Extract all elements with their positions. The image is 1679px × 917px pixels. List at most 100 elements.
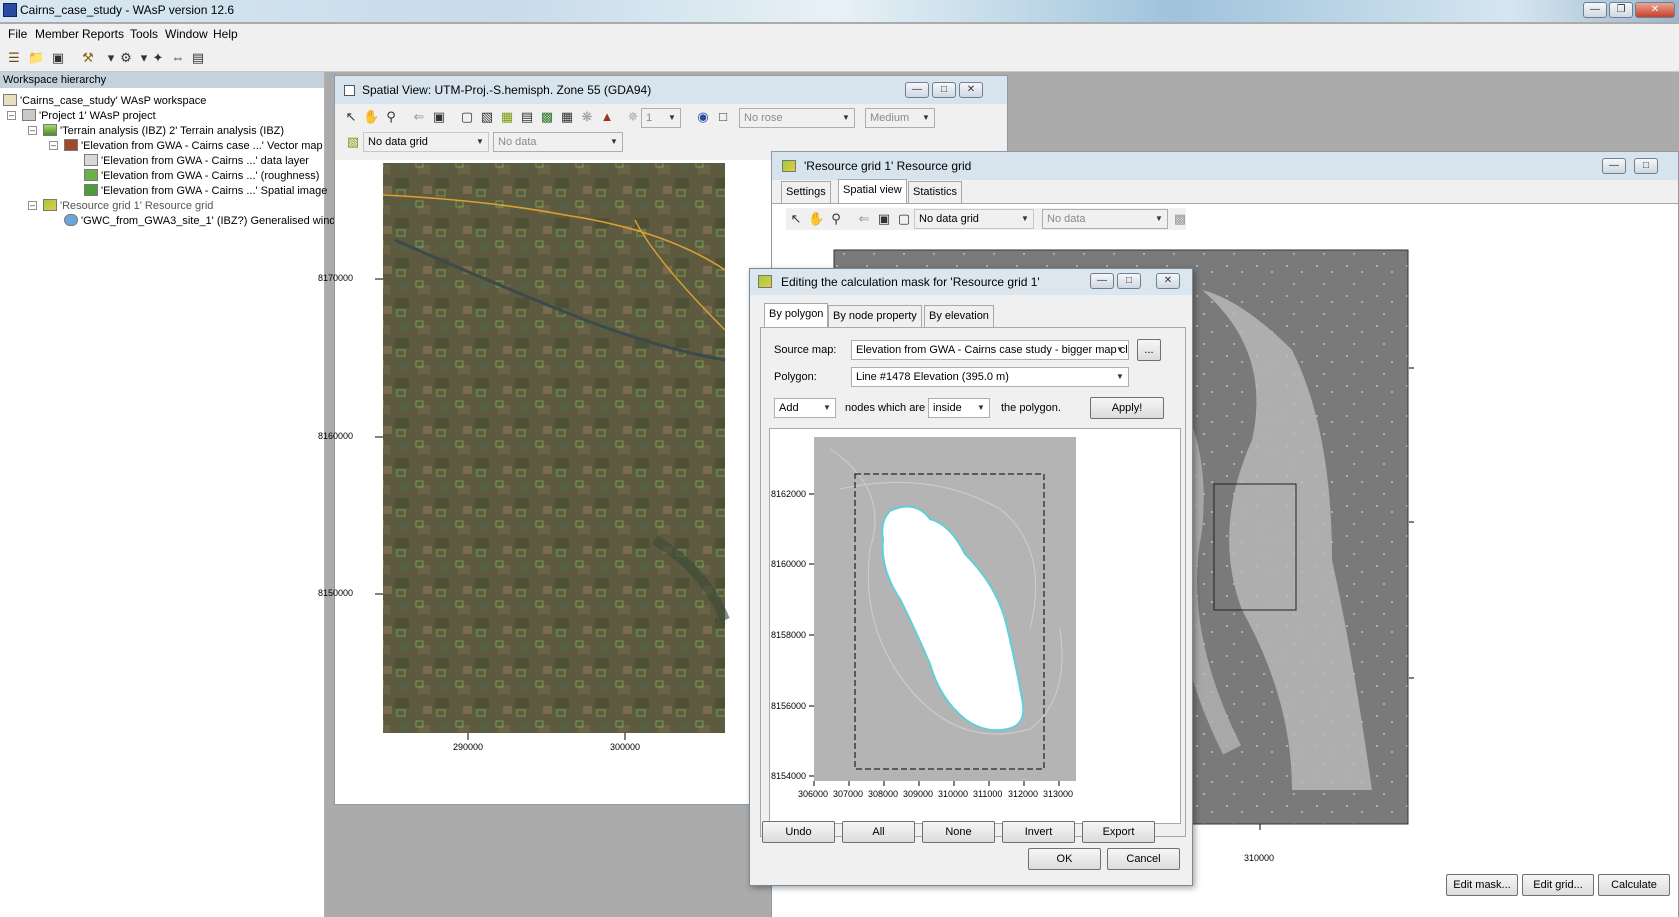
data-combo[interactable]: No data ▼ <box>493 132 623 152</box>
zoom-icon[interactable]: ⚲ <box>383 109 399 125</box>
dialog-maximize[interactable]: □ <box>1117 273 1141 289</box>
draw-icon[interactable]: ▦ <box>499 109 515 125</box>
expand-toggle[interactable]: – <box>28 201 37 210</box>
zoom-icon[interactable]: ⚲ <box>828 211 844 227</box>
grid-combo[interactable]: No data grid ▼ <box>363 132 489 152</box>
menu-tools[interactable]: Tools <box>130 27 158 41</box>
invert-button[interactable]: Invert <box>1002 821 1075 843</box>
resource-grid-minimize[interactable]: — <box>1602 158 1626 174</box>
calculate-icon[interactable]: ⇔ <box>170 50 186 66</box>
restore-button[interactable]: ❐ <box>1609 2 1633 18</box>
menu-member[interactable]: Member <box>35 27 79 41</box>
menu-help[interactable]: Help <box>213 27 238 41</box>
menu-file[interactable]: File <box>8 27 27 41</box>
tree-item-generalised-wind[interactable]: 'GWC_from_GWA3_site_1' (IBZ?) Generalise… <box>64 213 335 229</box>
count-combo[interactable]: 1 ▼ <box>641 108 681 128</box>
tab-statistics[interactable]: Statistics <box>908 181 963 203</box>
export-button[interactable]: Export <box>1082 821 1155 843</box>
tab-settings[interactable]: Settings <box>781 181 831 203</box>
globe-icon[interactable]: ◉ <box>695 109 711 125</box>
tab-by-polygon[interactable]: By polygon <box>764 303 829 327</box>
tree-label: 'Elevation from GWA - Cairns ...' Spatia… <box>101 185 328 197</box>
tree-item-resource-grid[interactable]: 'Resource grid 1' Resource grid <box>43 198 213 214</box>
frame-icon[interactable]: □ <box>715 109 731 125</box>
browse-button[interactable]: ... <box>1137 339 1161 361</box>
contour-icon[interactable]: ▤ <box>519 109 535 125</box>
tree-item-project[interactable]: 'Project 1' WAsP project <box>22 108 156 124</box>
polygon-combo[interactable]: Line #1478 Elevation (395.0 m) ▼ <box>851 367 1129 387</box>
tab-by-node-property[interactable]: By node property <box>828 305 922 327</box>
tab-spatial-view[interactable]: Spatial view <box>838 179 907 203</box>
inside-combo[interactable]: inside ▼ <box>928 398 990 418</box>
tree-item-vector-map[interactable]: 'Elevation from GWA - Cairns case ...' V… <box>64 138 323 154</box>
legend-icon[interactable]: ▩ <box>1172 211 1188 227</box>
mode-combo[interactable]: Add ▼ <box>774 398 836 418</box>
expand-toggle[interactable]: – <box>7 111 16 120</box>
turbine-icon[interactable]: ❋ <box>579 109 595 125</box>
tree-item-workspace[interactable]: 'Cairns_case_study' WAsP workspace <box>3 93 206 109</box>
size-combo[interactable]: Medium ▼ <box>865 108 935 128</box>
tree-label: 'Elevation from GWA - Cairns case ...' V… <box>81 140 323 152</box>
save-icon[interactable]: ▣ <box>50 50 66 66</box>
all-button[interactable]: All <box>842 821 915 843</box>
apply-button[interactable]: Apply! <box>1090 397 1164 419</box>
insert-member-icon[interactable]: ⚒ <box>80 50 96 66</box>
none-button[interactable]: None <box>922 821 995 843</box>
zoom-extent-icon[interactable]: ▣ <box>876 211 892 227</box>
wand-icon[interactable]: ✦ <box>150 50 166 66</box>
tab-by-elevation[interactable]: By elevation <box>924 305 994 327</box>
ok-button[interactable]: OK <box>1028 848 1101 870</box>
wind-rose-icon[interactable]: ✵ <box>625 109 641 125</box>
menu-reports[interactable]: Reports <box>82 27 124 41</box>
menu-window[interactable]: Window <box>165 27 208 41</box>
source-map-label: Source map: <box>774 344 837 356</box>
pan-hand-icon[interactable]: ✋ <box>808 211 824 227</box>
tree-item-spatial-image[interactable]: 'Elevation from GWA - Cairns ...' Spatia… <box>84 183 327 199</box>
rose-combo[interactable]: No rose ▼ <box>739 108 855 128</box>
map-icon[interactable]: ▦ <box>559 109 575 125</box>
spatial-view-maximize[interactable]: □ <box>932 82 956 98</box>
resource-grid-combo[interactable]: No data grid ▼ <box>914 209 1034 229</box>
close-button[interactable]: ✕ <box>1635 2 1675 18</box>
cancel-button[interactable]: Cancel <box>1107 848 1180 870</box>
undo-button[interactable]: Undo <box>762 821 835 843</box>
edit-grid-button[interactable]: Edit grid... <box>1522 874 1594 896</box>
back-icon[interactable]: ⇐ <box>856 211 872 227</box>
spatial-view-close[interactable]: ✕ <box>959 82 983 98</box>
resource-data-combo[interactable]: No data ▼ <box>1042 209 1168 229</box>
mask-preview-canvas[interactable]: 8162000 8160000 8158000 8156000 8154000 … <box>769 428 1181 824</box>
mask-preview-map[interactable] <box>770 429 1180 823</box>
pointer-icon[interactable]: ↖ <box>788 211 804 227</box>
source-map-combo[interactable]: Elevation from GWA - Cairns case study -… <box>851 340 1129 360</box>
chevron-down-icon: ▼ <box>1116 345 1124 354</box>
back-icon[interactable]: ⇐ <box>411 109 427 125</box>
tree-item-roughness[interactable]: 'Elevation from GWA - Cairns ...' (rough… <box>84 168 319 184</box>
zoom-extent-icon[interactable]: ▣ <box>431 109 447 125</box>
grid-icon[interactable]: ▩ <box>539 109 555 125</box>
new-workspace-icon[interactable]: ☰ <box>6 50 22 66</box>
dialog-close[interactable]: ✕ <box>1156 273 1180 289</box>
expand-toggle[interactable]: – <box>49 141 58 150</box>
spatial-view-minimize[interactable]: — <box>905 82 929 98</box>
pan-hand-icon[interactable]: ✋ <box>363 109 379 125</box>
tree-item-terrain-analysis[interactable]: 'Terrain analysis (IBZ) 2' Terrain analy… <box>43 123 284 139</box>
pointer-icon[interactable]: ↖ <box>343 109 359 125</box>
tools-icon[interactable]: ⚙ <box>118 50 134 66</box>
minimize-button[interactable]: — <box>1583 2 1607 18</box>
inside-value: inside <box>933 402 962 414</box>
x-tick-label: 307000 <box>833 789 864 799</box>
site-icon[interactable]: ▲ <box>599 109 615 125</box>
edit-line-icon[interactable]: ▧ <box>479 109 495 125</box>
expand-toggle[interactable]: – <box>28 126 37 135</box>
select-rect-icon[interactable]: ▢ <box>459 109 475 125</box>
select-rect-icon[interactable]: ▢ <box>896 211 912 227</box>
edit-mask-button[interactable]: Edit mask... <box>1446 874 1518 896</box>
dropdown-chevron-icon[interactable]: ▾ <box>103 50 119 66</box>
dialog-minimize[interactable]: — <box>1090 273 1114 289</box>
resource-grid-maximize[interactable]: □ <box>1634 158 1658 174</box>
calculate-button[interactable]: Calculate <box>1598 874 1670 896</box>
report-icon[interactable]: ▤ <box>190 50 206 66</box>
resource-grid-toolbar: ↖ ✋ ⚲ ⇐ ▣ ▢ No data grid ▼ No data ▼ ▩ <box>786 208 1186 230</box>
open-icon[interactable]: 📁 <box>28 50 44 66</box>
tree-item-data-layer[interactable]: 'Elevation from GWA - Cairns ...' data l… <box>84 153 309 169</box>
